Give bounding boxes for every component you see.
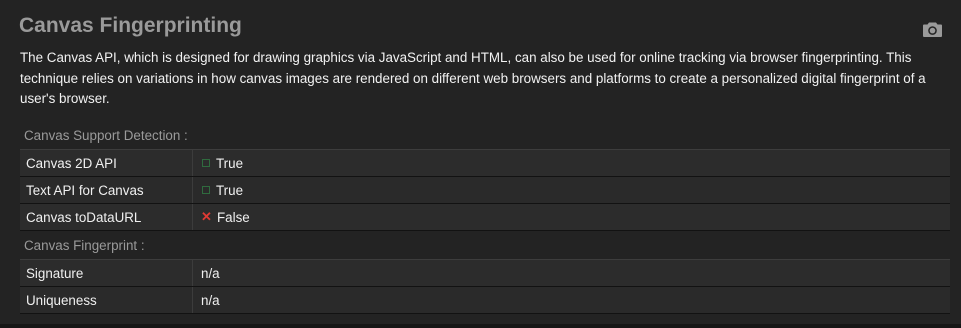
check-icon bbox=[202, 159, 210, 167]
table-row: Text API for Canvas True bbox=[20, 177, 950, 204]
table-row: Canvas toDataURL ✕ False bbox=[20, 204, 950, 231]
row-value-cell: ✕ False bbox=[193, 204, 950, 230]
row-value: n/a bbox=[201, 292, 220, 308]
row-label: Canvas toDataURL bbox=[20, 204, 193, 230]
row-value: True bbox=[216, 182, 244, 198]
page-title: Canvas Fingerprinting bbox=[19, 14, 242, 37]
description-text: The Canvas API, which is designed for dr… bbox=[20, 50, 926, 106]
table-row: Canvas 2D API True bbox=[20, 150, 950, 177]
check-icon bbox=[202, 186, 210, 194]
row-label: Canvas 2D API bbox=[20, 150, 193, 176]
row-label: Signature bbox=[20, 260, 193, 286]
x-icon: ✕ bbox=[201, 209, 212, 224]
support-table: Canvas 2D API True Text API for Canvas T… bbox=[20, 149, 950, 231]
camera-icon[interactable] bbox=[922, 21, 943, 38]
row-value-cell: True bbox=[193, 150, 950, 176]
fingerprint-table: Signature n/a Uniqueness n/a bbox=[20, 259, 950, 314]
table-row: Signature n/a bbox=[20, 260, 950, 287]
table-row: Uniqueness n/a bbox=[20, 287, 950, 314]
canvas-fingerprinting-panel: Canvas Fingerprinting The Canvas API, wh… bbox=[0, 0, 961, 324]
row-value: True bbox=[216, 155, 244, 171]
row-label: Uniqueness bbox=[20, 287, 193, 313]
fingerprint-section-label: Canvas Fingerprint : bbox=[24, 238, 145, 253]
row-value: False bbox=[217, 209, 250, 225]
support-section-label: Canvas Support Detection : bbox=[24, 128, 188, 143]
row-value: n/a bbox=[201, 265, 220, 281]
row-label: Text API for Canvas bbox=[20, 177, 193, 203]
row-value-cell: True bbox=[193, 177, 950, 203]
